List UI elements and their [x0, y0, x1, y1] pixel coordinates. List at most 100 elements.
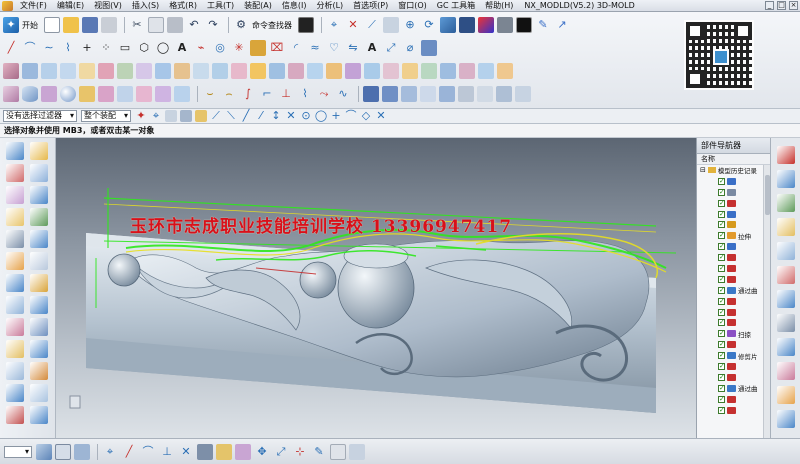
resource-bar-tab-icon[interactable]: [777, 266, 795, 284]
law-extension-icon[interactable]: [402, 63, 418, 79]
snap-on-curve-icon[interactable]: ⌒: [345, 109, 357, 122]
offset-surface-icon[interactable]: [117, 63, 133, 79]
feature-row[interactable]: ✓: [697, 361, 770, 372]
command-finder-icon[interactable]: ⚙: [233, 17, 249, 33]
scale-curve-icon[interactable]: ⤢: [383, 40, 399, 56]
helix-icon[interactable]: ⌀: [402, 40, 418, 56]
snap-on-face-icon[interactable]: ◇: [360, 109, 372, 122]
point-icon[interactable]: +: [79, 40, 95, 56]
feature-visibility-checkbox[interactable]: ✓: [718, 308, 725, 316]
feature-row[interactable]: ✓: [697, 209, 770, 220]
pad-icon[interactable]: [174, 86, 190, 102]
undo-icon[interactable]: ↶: [186, 17, 202, 33]
bridge-tool-icon[interactable]: ⌢: [221, 86, 237, 102]
text-curve-icon[interactable]: A: [364, 40, 380, 56]
resource-tool-icon[interactable]: [6, 406, 24, 424]
feature-row[interactable]: ✓: [697, 339, 770, 350]
fillet-curve-icon[interactable]: ◜: [288, 40, 304, 56]
hole-icon[interactable]: [117, 86, 133, 102]
navigator-root[interactable]: ⊟ 模型历史记录: [697, 165, 770, 176]
draft-icon[interactable]: [420, 86, 436, 102]
edge-blend-icon[interactable]: [363, 86, 379, 102]
snap-grid-icon[interactable]: ⌖: [102, 444, 118, 460]
selection-filter-dropdown[interactable]: 没有选择过滤器: [3, 110, 77, 122]
menu-item[interactable]: 格式(R): [164, 0, 202, 12]
feature-row[interactable]: ✓: [697, 252, 770, 263]
studio-display-icon[interactable]: [74, 443, 90, 460]
cut-icon[interactable]: ✂: [129, 17, 145, 33]
thicken-icon[interactable]: [326, 63, 342, 79]
mesh-surface-icon[interactable]: [478, 63, 494, 79]
layer-icon[interactable]: [497, 17, 513, 33]
snap-point-on-icon[interactable]: ✕: [178, 444, 194, 460]
transform-icon[interactable]: ⤢: [273, 444, 289, 460]
emboss-icon[interactable]: [515, 86, 531, 102]
feature-visibility-checkbox[interactable]: ✓: [718, 275, 725, 283]
print-icon[interactable]: [101, 17, 117, 33]
resource-tool-icon[interactable]: [30, 186, 48, 204]
x-form-icon[interactable]: [288, 63, 304, 79]
resource-bar-tab-icon[interactable]: [777, 314, 795, 332]
snap-mid-icon[interactable]: ⁄: [255, 109, 267, 122]
ellipse-icon[interactable]: ◯: [155, 40, 171, 56]
new-file-icon[interactable]: [44, 17, 60, 33]
resource-tool-icon[interactable]: [30, 164, 48, 182]
feature-visibility-checkbox[interactable]: ✓: [718, 264, 725, 272]
paste-icon[interactable]: [167, 17, 183, 33]
resource-tool-icon[interactable]: [6, 252, 24, 270]
menu-item[interactable]: 工具(T): [202, 0, 239, 12]
view-style-dropdown[interactable]: [4, 445, 32, 458]
rectangle-icon[interactable]: ▭: [117, 40, 133, 56]
enlarge-icon[interactable]: [364, 63, 380, 79]
close-button[interactable]: ×: [789, 1, 798, 10]
snap-existing-icon[interactable]: +: [330, 109, 342, 122]
edit-object-icon[interactable]: ✎: [535, 17, 551, 33]
redo-icon[interactable]: ↷: [205, 17, 221, 33]
silhouette-flange-icon[interactable]: [440, 63, 456, 79]
feature-visibility-checkbox[interactable]: ✓: [718, 330, 725, 338]
sweep-icon[interactable]: [41, 63, 57, 79]
feature-visibility-checkbox[interactable]: ✓: [718, 406, 725, 414]
measure-icon[interactable]: ↗: [554, 17, 570, 33]
restore-button[interactable]: □: [777, 1, 786, 10]
through-curves-icon[interactable]: [22, 63, 38, 79]
shell-icon[interactable]: [401, 86, 417, 102]
ruled-icon[interactable]: [60, 63, 76, 79]
join-curve-icon[interactable]: ∫: [240, 86, 256, 102]
pattern-icon[interactable]: [439, 86, 455, 102]
styled-blend-icon[interactable]: [269, 63, 285, 79]
snap-center-icon[interactable]: ⊙: [300, 109, 312, 122]
resource-tool-icon[interactable]: [6, 296, 24, 314]
blank-icon[interactable]: [216, 443, 232, 460]
feature-row[interactable]: ✓: [697, 241, 770, 252]
resource-tool-icon[interactable]: [6, 318, 24, 336]
snap-tangent-icon[interactable]: ⌒: [140, 444, 156, 460]
flange-icon[interactable]: [421, 63, 437, 79]
extrude-icon[interactable]: [79, 86, 95, 102]
select-curve-icon[interactable]: ⟋: [210, 109, 222, 122]
feature-visibility-checkbox[interactable]: ✓: [718, 243, 725, 251]
view-orient-icon[interactable]: [459, 17, 475, 33]
feature-row[interactable]: ✓: [697, 296, 770, 307]
measure-distance-icon[interactable]: [197, 443, 213, 460]
select-face-icon[interactable]: [165, 110, 177, 122]
menu-item[interactable]: 窗口(O): [393, 0, 432, 12]
menu-item[interactable]: GC 工具箱: [432, 0, 480, 12]
feature-visibility-checkbox[interactable]: ✓: [718, 199, 725, 207]
resource-tool-icon[interactable]: [30, 318, 48, 336]
surface-mesh-icon[interactable]: [3, 63, 19, 79]
feature-visibility-checkbox[interactable]: ✓: [718, 286, 725, 294]
feature-visibility-checkbox[interactable]: ✓: [718, 188, 725, 196]
layer-settings-icon[interactable]: [235, 443, 251, 460]
snap-end-icon[interactable]: ╱: [240, 109, 252, 122]
select-edge-icon[interactable]: ⟍: [225, 109, 237, 122]
copy-icon[interactable]: [148, 17, 164, 33]
mirror-curve-icon[interactable]: ⇋: [345, 40, 361, 56]
resource-tool-icon[interactable]: [30, 362, 48, 380]
intersect-icon[interactable]: [496, 86, 512, 102]
point-set-icon[interactable]: ⁘: [98, 40, 114, 56]
trim-sheet-icon[interactable]: [155, 63, 171, 79]
curve-tool-icon[interactable]: ⌣: [202, 86, 218, 102]
resource-bar-tab-icon[interactable]: [777, 218, 795, 236]
snap-intersect-icon[interactable]: ✕: [285, 109, 297, 122]
